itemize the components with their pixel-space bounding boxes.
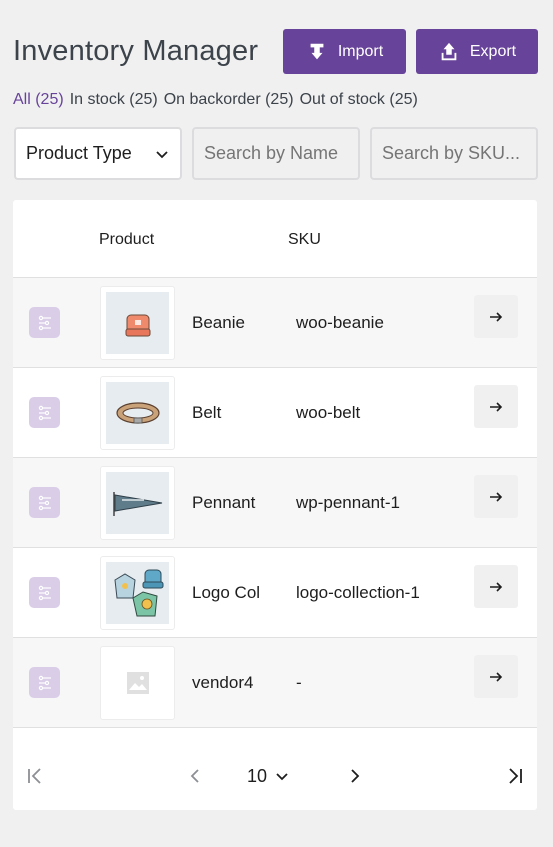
product-name[interactable]: Logo Col bbox=[192, 583, 260, 603]
table-row: Belt woo-belt bbox=[13, 368, 537, 458]
stock-filter-links: All (25) In stock (25) On backorder (25)… bbox=[13, 91, 418, 109]
first-page-icon bbox=[28, 768, 41, 784]
product-name[interactable]: Pennant bbox=[192, 493, 260, 513]
variations-icon[interactable] bbox=[29, 577, 60, 608]
product-thumbnail[interactable] bbox=[100, 646, 175, 720]
filter-out-of-stock[interactable]: Out of stock (25) bbox=[300, 91, 418, 109]
product-thumbnail[interactable] bbox=[100, 286, 175, 360]
product-sku: logo-collection-1 bbox=[296, 583, 420, 602]
placeholder-image bbox=[106, 652, 169, 714]
table-row: Pennant wp-pennant-1 bbox=[13, 458, 537, 548]
column-header-product: Product bbox=[99, 231, 155, 248]
beanie-image bbox=[106, 292, 169, 354]
first-page-button[interactable] bbox=[17, 758, 53, 794]
page-title: Inventory Manager bbox=[13, 35, 259, 67]
previous-page-button[interactable] bbox=[177, 758, 213, 794]
product-name[interactable]: vendor4 bbox=[192, 673, 260, 693]
product-name[interactable]: Belt bbox=[192, 403, 260, 423]
per-page-value: 10 bbox=[247, 765, 268, 786]
open-product-button[interactable] bbox=[474, 295, 518, 338]
export-button[interactable]: Export bbox=[416, 29, 538, 74]
image-placeholder-icon bbox=[126, 672, 149, 694]
pennant-image bbox=[106, 472, 169, 534]
column-header-sku: SKU bbox=[288, 231, 321, 248]
chevron-down-icon bbox=[276, 773, 288, 781]
product-sku: woo-beanie bbox=[296, 313, 384, 332]
variations-icon[interactable] bbox=[29, 667, 60, 698]
open-product-button[interactable] bbox=[474, 565, 518, 608]
inventory-table-card: Product SKU Beanie woo-beanie Belt woo-b… bbox=[13, 200, 537, 810]
import-label: Import bbox=[337, 42, 384, 60]
filter-controls: Product Type bbox=[14, 127, 538, 180]
search-name-input[interactable] bbox=[204, 143, 348, 164]
filter-in-stock[interactable]: In stock (25) bbox=[70, 91, 158, 109]
product-sku: woo-belt bbox=[296, 403, 361, 422]
open-product-button[interactable] bbox=[474, 655, 518, 698]
arrow-right-icon bbox=[490, 401, 503, 412]
logo-collection-image bbox=[106, 562, 169, 624]
table-row: Beanie woo-beanie bbox=[13, 278, 537, 368]
product-sku: wp-pennant-1 bbox=[296, 493, 400, 512]
arrow-right-icon bbox=[490, 491, 503, 502]
last-page-icon bbox=[509, 768, 522, 784]
variations-icon[interactable] bbox=[29, 397, 60, 428]
arrow-right-icon bbox=[490, 581, 503, 592]
belt-image bbox=[106, 382, 169, 444]
filter-on-backorder[interactable]: On backorder (25) bbox=[164, 91, 294, 109]
product-type-label: Product Type bbox=[26, 143, 132, 163]
search-sku-field[interactable] bbox=[370, 127, 538, 180]
variations-icon[interactable] bbox=[29, 307, 60, 338]
per-page-select[interactable]: 10 bbox=[247, 758, 289, 794]
export-label: Export bbox=[469, 42, 517, 60]
product-thumbnail[interactable] bbox=[100, 466, 175, 540]
product-thumbnail[interactable] bbox=[100, 556, 175, 630]
last-page-button[interactable] bbox=[497, 758, 533, 794]
table-header: Product SKU bbox=[13, 200, 537, 278]
chevron-left-icon bbox=[190, 769, 199, 783]
arrow-right-icon bbox=[490, 311, 503, 322]
search-name-field[interactable] bbox=[192, 127, 360, 180]
export-icon bbox=[441, 42, 457, 60]
import-icon bbox=[310, 43, 324, 59]
search-sku-input[interactable] bbox=[382, 143, 526, 164]
open-product-button[interactable] bbox=[474, 385, 518, 428]
next-page-button[interactable] bbox=[337, 758, 373, 794]
table-row: Logo Col logo-collection-1 bbox=[13, 548, 537, 638]
table-row: vendor4 - bbox=[13, 638, 537, 728]
filter-all[interactable]: All (25) bbox=[13, 91, 64, 109]
variations-icon[interactable] bbox=[29, 487, 60, 518]
product-type-select[interactable]: Product Type bbox=[14, 127, 182, 180]
chevron-right-icon bbox=[351, 769, 360, 783]
chevron-down-icon bbox=[156, 150, 168, 158]
page-header: Inventory Manager Import Export bbox=[13, 29, 538, 75]
product-name[interactable]: Beanie bbox=[192, 313, 260, 333]
import-button[interactable]: Import bbox=[283, 29, 406, 74]
arrow-right-icon bbox=[490, 671, 503, 682]
open-product-button[interactable] bbox=[474, 475, 518, 518]
product-thumbnail[interactable] bbox=[100, 376, 175, 450]
product-sku: - bbox=[296, 673, 302, 692]
pagination: 10 bbox=[13, 740, 537, 810]
